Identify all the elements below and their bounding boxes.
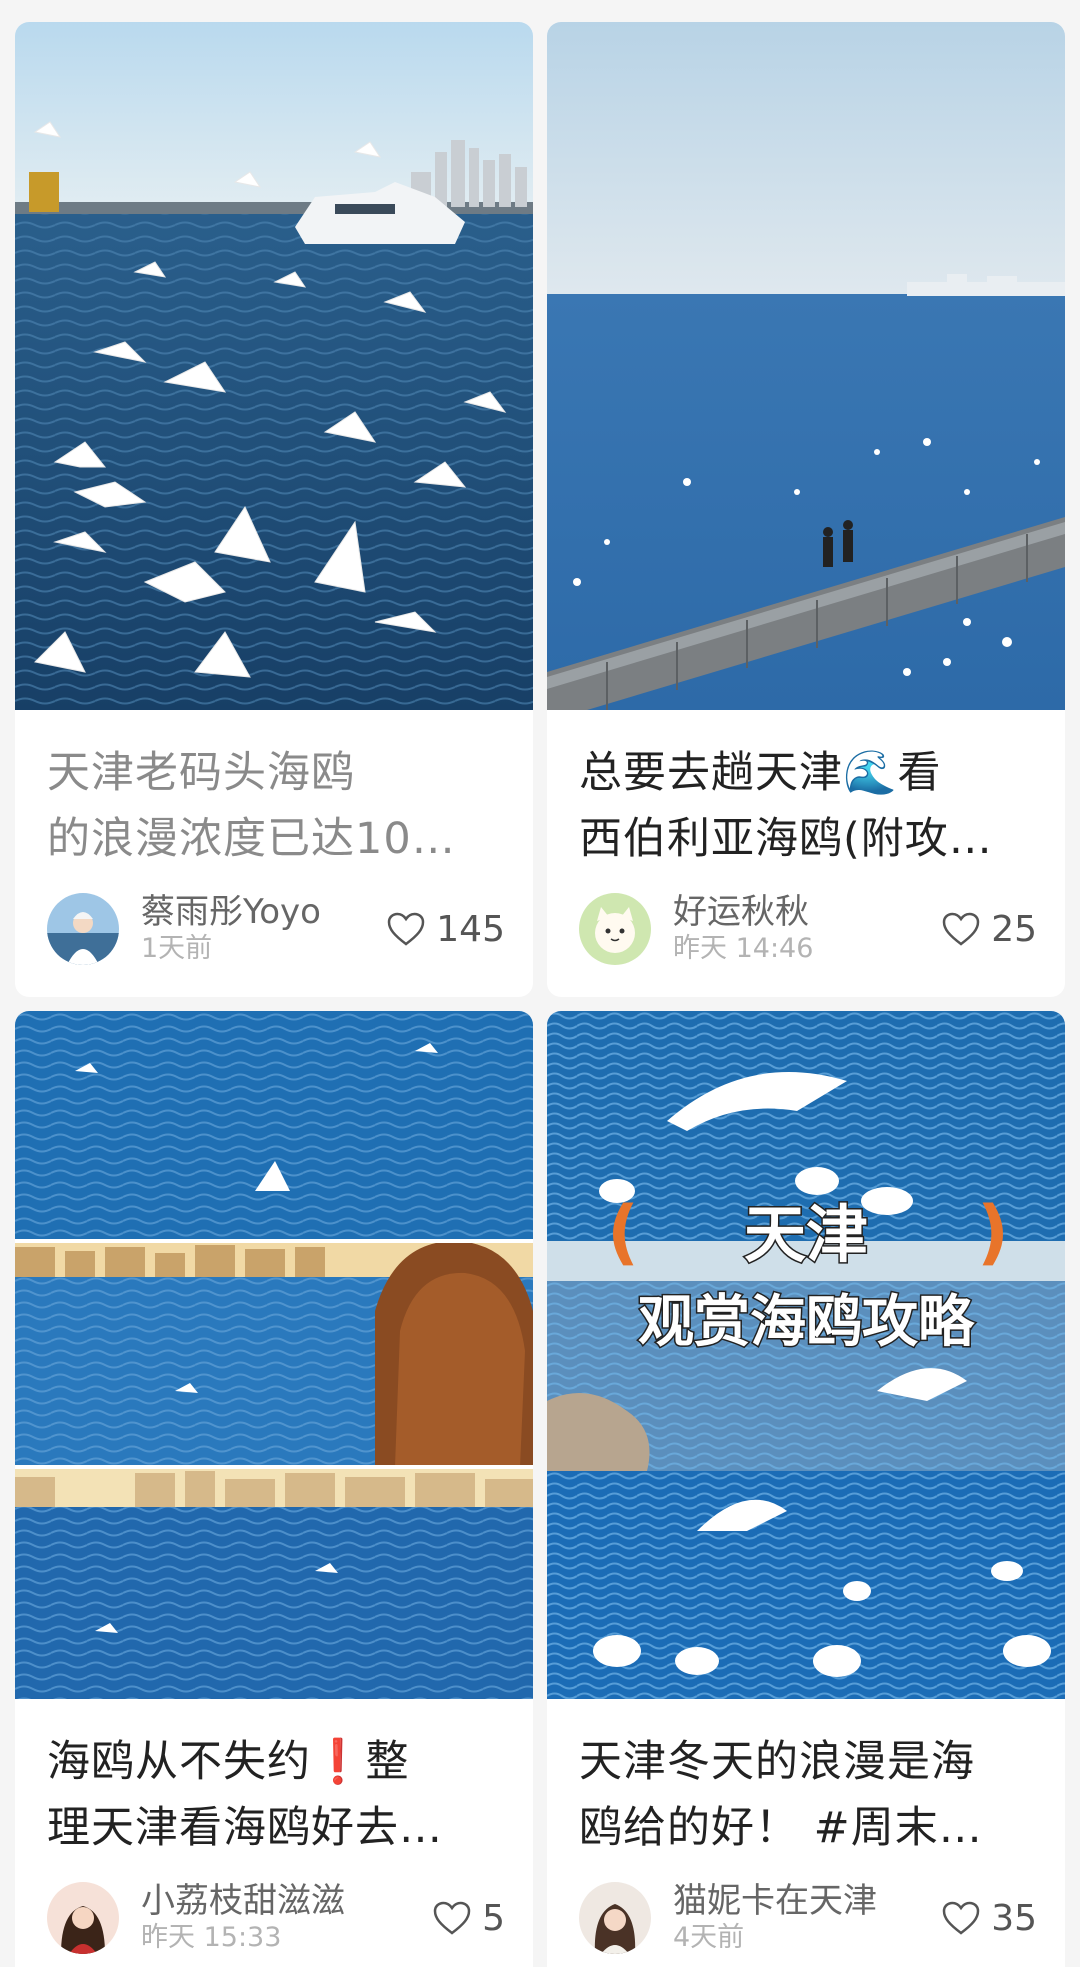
note-title-line: 的浪漫浓度已达10… xyxy=(47,814,456,864)
author-info: 好运秋秋 昨天 14:46 xyxy=(673,892,941,966)
note-title-line: 理天津看海鸥好去… xyxy=(47,1803,443,1853)
author-name[interactable]: 好运秋秋 xyxy=(673,892,941,932)
heart-outline-icon xyxy=(433,1901,471,1935)
title-text: 整 xyxy=(365,1737,410,1787)
post-time: 昨天 15:33 xyxy=(141,1922,282,1953)
heart-outline-icon xyxy=(942,912,980,946)
note-cover-image[interactable]: 天津 观赏海鸥攻略 ( ) xyxy=(547,1011,1065,1699)
note-meta: 蔡雨彤Yoyo 1天前 145 xyxy=(15,874,533,984)
note-meta: 好运秋秋 昨天 14:46 25 xyxy=(547,874,1065,984)
title-text: 海鸥从不失约 xyxy=(47,1737,311,1787)
avatar[interactable] xyxy=(579,893,651,965)
bracket-right: ) xyxy=(977,1191,1009,1273)
note-meta: 猫妮卡在天津 4天前 35 xyxy=(547,1863,1065,1967)
like-count: 5 xyxy=(482,1897,505,1939)
note-title-line: 天津老码头海鸥 xyxy=(47,748,355,798)
heart-outline-icon xyxy=(388,912,425,946)
like-count: 145 xyxy=(436,908,505,950)
author-name[interactable]: 猫妮卡在天津 xyxy=(673,1881,941,1921)
note-cover-image[interactable] xyxy=(15,22,533,710)
note-card[interactable]: 总要去趟天津🌊看 西伯利亚海鸥(附攻… 好运秋秋 昨天 14:46 25 xyxy=(547,22,1065,997)
author-name[interactable]: 蔡雨彤Yoyo xyxy=(141,892,386,932)
note-cover-image[interactable] xyxy=(547,22,1065,710)
note-title-line: 海鸥从不失约❗整 xyxy=(47,1729,505,1795)
note-title[interactable]: 海鸥从不失约❗整 理天津看海鸥好去… xyxy=(15,1699,533,1863)
note-card[interactable]: 海鸥从不失约❗整 理天津看海鸥好去… 小荔枝甜滋滋 昨天 15:33 5 xyxy=(15,1011,533,1967)
note-feed: 天津老码头海鸥 的浪漫浓度已达10… 蔡雨彤Yoyo 1天前 145 总要去趟天… xyxy=(0,0,1080,1967)
author-info: 蔡雨彤Yoyo 1天前 xyxy=(141,892,386,966)
like-count: 35 xyxy=(991,1897,1037,1939)
cover-subtitle-text: 观赏海鸥攻略 xyxy=(638,1290,975,1355)
note-meta: 小荔枝甜滋滋 昨天 15:33 5 xyxy=(15,1863,533,1967)
note-title[interactable]: 天津冬天的浪漫是海 鸥给的好！ #周末… xyxy=(547,1699,1065,1863)
avatar[interactable] xyxy=(579,1882,651,1954)
author-name[interactable]: 小荔枝甜滋滋 xyxy=(141,1881,432,1921)
heart-outline-icon xyxy=(942,1901,980,1935)
note-cover-image[interactable] xyxy=(15,1011,533,1699)
post-time: 4天前 xyxy=(673,1922,745,1953)
note-card[interactable]: 天津 观赏海鸥攻略 ( ) 天津冬天的浪漫是海 鸥给的好！ #周末… 猫妮卡在天… xyxy=(547,1011,1065,1967)
note-title-line: 鸥给的好！ #周末… xyxy=(579,1803,983,1853)
author-info: 猫妮卡在天津 4天前 xyxy=(673,1881,941,1955)
note-title-line: 总要去趟天津🌊看 xyxy=(579,748,942,798)
note-title-line: 天津冬天的浪漫是海 xyxy=(579,1737,975,1787)
exclamation-icon: ❗ xyxy=(311,1737,366,1787)
avatar[interactable] xyxy=(47,1882,119,1954)
note-card[interactable]: 天津老码头海鸥 的浪漫浓度已达10… 蔡雨彤Yoyo 1天前 145 xyxy=(15,22,533,997)
avatar[interactable] xyxy=(47,893,119,965)
cover-title-text: 天津 xyxy=(744,1198,868,1271)
note-title[interactable]: 天津老码头海鸥 的浪漫浓度已达10… xyxy=(15,710,533,874)
like-count: 25 xyxy=(991,908,1037,950)
author-info: 小荔枝甜滋滋 昨天 15:33 xyxy=(141,1881,432,1955)
post-time: 昨天 14:46 xyxy=(673,933,814,964)
bracket-left: ( xyxy=(607,1191,639,1273)
like-button[interactable]: 145 xyxy=(386,909,505,950)
like-button[interactable]: 5 xyxy=(432,1898,505,1939)
like-button[interactable]: 25 xyxy=(941,909,1037,950)
note-title[interactable]: 总要去趟天津🌊看 西伯利亚海鸥(附攻… xyxy=(547,710,1065,874)
like-button[interactable]: 35 xyxy=(941,1898,1037,1939)
note-title-line: 西伯利亚海鸥(附攻… xyxy=(579,814,993,864)
post-time: 1天前 xyxy=(141,933,213,964)
